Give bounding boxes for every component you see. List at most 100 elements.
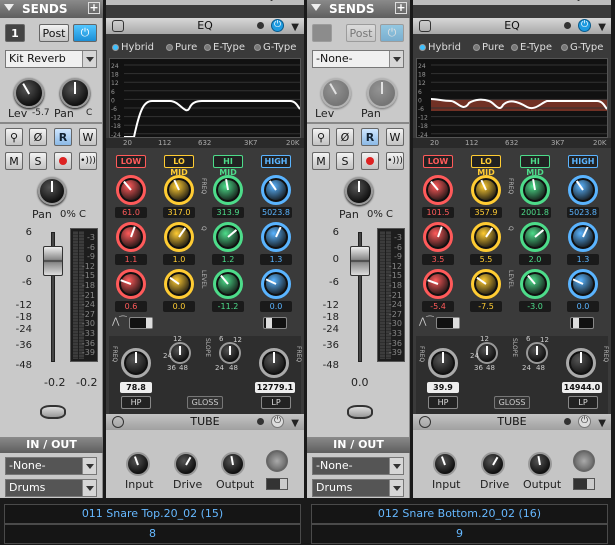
band-high-q-knob[interactable]: [261, 222, 291, 252]
input-monitor-icon[interactable]: ⚲: [5, 128, 23, 146]
input-monitor-icon[interactable]: ⚲: [312, 128, 330, 146]
tube-input-knob[interactable]: [126, 452, 150, 476]
band-lo-mid-gain-knob[interactable]: [471, 269, 501, 299]
chevron-down-icon[interactable]: [389, 458, 403, 474]
send-power-icon[interactable]: ⏻: [380, 24, 404, 42]
send-target-select[interactable]: -None-: [312, 50, 404, 68]
solo-button[interactable]: S: [29, 152, 47, 170]
tube-options-icon[interactable]: [257, 418, 264, 425]
band-lo-mid-freq-knob[interactable]: [471, 175, 501, 205]
band-low-gain-knob[interactable]: [116, 269, 146, 299]
send-pan-knob[interactable]: [367, 78, 397, 108]
write-automation-button[interactable]: W: [79, 128, 97, 146]
tube-expand-icon[interactable]: ▼: [598, 416, 606, 432]
low-shelf-toggle[interactable]: [129, 317, 153, 329]
tube-drive-knob[interactable]: [481, 452, 505, 476]
chevron-down-icon[interactable]: [82, 458, 96, 474]
eq-expand-icon[interactable]: ▼: [291, 20, 299, 36]
collapse-arrow-icon[interactable]: [4, 4, 14, 11]
eq-mode-e-type[interactable]: E-Type: [204, 42, 245, 53]
collapse-arrow-icon[interactable]: [311, 4, 321, 11]
send-number[interactable]: 1: [5, 24, 25, 42]
eq-power-icon[interactable]: ⏻: [271, 19, 284, 32]
low-shelf-toggle[interactable]: [436, 317, 460, 329]
lp-freq-knob[interactable]: [259, 348, 289, 378]
band-high-freq-knob[interactable]: [568, 175, 598, 205]
eq-mode-e-type[interactable]: E-Type: [511, 42, 552, 53]
eq-graph[interactable]: 24 18 12 6 0 -6 -12 -18 -24: [416, 58, 608, 139]
band-hi-mid-freq-knob[interactable]: [213, 175, 243, 205]
post-button[interactable]: Post: [346, 24, 376, 42]
tube-output-knob[interactable]: [221, 452, 245, 476]
send-power-icon[interactable]: ⏻: [73, 24, 97, 42]
band-lo-mid-gain-knob[interactable]: [164, 269, 194, 299]
band-low-q-knob[interactable]: [116, 222, 146, 252]
pan-knob[interactable]: [38, 177, 66, 205]
phase-invert-icon[interactable]: Ø: [29, 128, 47, 146]
eq-module-icon[interactable]: [419, 20, 431, 32]
solo-button[interactable]: S: [336, 152, 354, 170]
volume-fader-handle[interactable]: [43, 246, 63, 276]
post-button[interactable]: Post: [39, 24, 69, 42]
write-automation-button[interactable]: W: [386, 128, 404, 146]
band-low-q-knob[interactable]: [423, 222, 453, 252]
tube-power-icon[interactable]: ⏻: [578, 415, 591, 428]
output-select[interactable]: Drums: [5, 479, 97, 497]
eq-options-icon[interactable]: [564, 22, 571, 29]
lp-freq-knob[interactable]: [566, 348, 596, 378]
eq-options-icon[interactable]: [257, 22, 264, 29]
read-automation-button[interactable]: R: [361, 128, 379, 146]
tube-module-icon[interactable]: [419, 416, 431, 428]
gloss-button[interactable]: GLOSS: [187, 396, 223, 409]
tube-mode-toggle[interactable]: [266, 478, 288, 490]
record-arm-button[interactable]: [361, 152, 379, 170]
volume-fader-handle[interactable]: [350, 246, 370, 276]
track-number[interactable]: 8: [4, 524, 301, 544]
input-select[interactable]: -None-: [312, 457, 404, 475]
band-lo-mid-q-knob[interactable]: [471, 222, 501, 252]
tube-module-icon[interactable]: [112, 416, 124, 428]
band-high-gain-knob[interactable]: [568, 269, 598, 299]
input-echo-icon[interactable]: •))): [79, 152, 97, 170]
tube-power-icon[interactable]: ⏻: [271, 415, 284, 428]
phase-invert-icon[interactable]: Ø: [336, 128, 354, 146]
hp-button[interactable]: HP: [121, 396, 151, 409]
send-target-select[interactable]: Kit Reverb: [5, 50, 97, 68]
send-level-knob[interactable]: [321, 78, 351, 108]
send-pan-knob[interactable]: [60, 78, 90, 108]
high-shelf-toggle[interactable]: [570, 317, 594, 329]
eq-module-icon[interactable]: [112, 20, 124, 32]
band-lo-mid-q-knob[interactable]: [164, 222, 194, 252]
send-number[interactable]: [312, 24, 332, 42]
lp-slope-knob[interactable]: [219, 342, 241, 364]
track-name[interactable]: 012 Snare Bottom.20_02 (16): [311, 504, 608, 524]
band-low-freq-knob[interactable]: [116, 175, 146, 205]
tube-options-icon[interactable]: [564, 418, 571, 425]
eq-graph[interactable]: 24 18 12 6 0 -6 -12 -18 -24: [109, 58, 301, 139]
track-name[interactable]: 011 Snare Top.20_02 (15): [4, 504, 301, 524]
send-level-knob[interactable]: [14, 78, 44, 108]
band-high-gain-knob[interactable]: [261, 269, 291, 299]
band-high-freq-knob[interactable]: [261, 175, 291, 205]
input-select[interactable]: -None-: [5, 457, 97, 475]
chevron-down-icon[interactable]: [389, 480, 403, 496]
band-hi-mid-q-knob[interactable]: [520, 222, 550, 252]
add-send-icon[interactable]: +: [88, 2, 100, 14]
eq-expand-icon[interactable]: ▼: [598, 20, 606, 36]
high-shelf-toggle[interactable]: [263, 317, 287, 329]
tube-expand-icon[interactable]: ▼: [291, 416, 299, 432]
chevron-down-icon[interactable]: [82, 51, 96, 67]
band-high-q-knob[interactable]: [568, 222, 598, 252]
mute-button[interactable]: M: [5, 152, 23, 170]
eq-mode-pure[interactable]: Pure: [473, 42, 504, 53]
hp-button[interactable]: HP: [428, 396, 458, 409]
lp-slope-knob[interactable]: [526, 342, 548, 364]
tube-output-knob[interactable]: [528, 452, 552, 476]
band-low-freq-knob[interactable]: [423, 175, 453, 205]
hp-slope-knob[interactable]: [169, 342, 191, 364]
gloss-button[interactable]: GLOSS: [494, 396, 530, 409]
add-send-icon[interactable]: +: [395, 2, 407, 14]
band-hi-mid-freq-knob[interactable]: [520, 175, 550, 205]
input-echo-icon[interactable]: •))): [386, 152, 404, 170]
hp-slope-knob[interactable]: [476, 342, 498, 364]
